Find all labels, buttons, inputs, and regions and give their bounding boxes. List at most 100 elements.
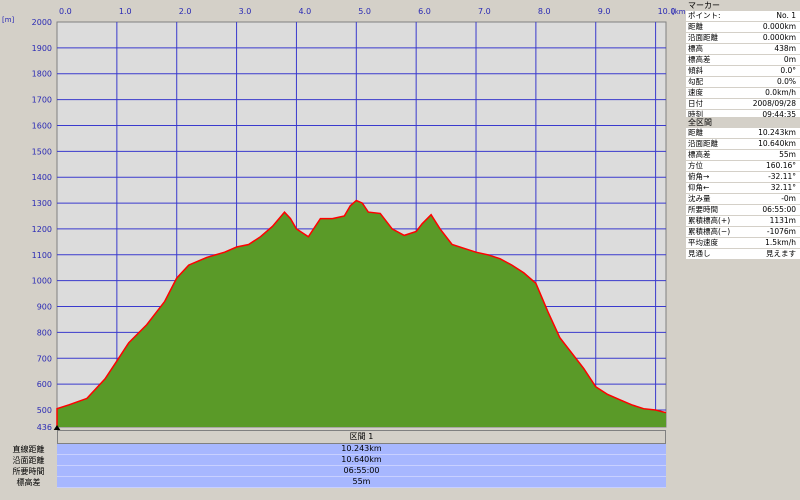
y-tick-label: 1600 (32, 121, 52, 130)
y-tick-label: 1100 (32, 251, 52, 260)
x-tick-label: 3.0 (239, 7, 252, 16)
all-sections-rows: 距離 10.243km 沿面距離 10.640km 標高差 55m 方位 160.16° 俯角→… (686, 128, 800, 260)
marker-label: 距離 (688, 22, 703, 31)
x-tick-label: 8.0 (538, 7, 551, 16)
summary-label: 標高差 (0, 477, 57, 488)
x-axis-ticks: 0.0 1.0 2.0 3.0 4.0 5.0 6.0 7.0 8.0 9.0 10.0 (59, 7, 675, 16)
x-unit-label: [km] (672, 8, 685, 16)
y-tick-label: 700 (37, 354, 52, 363)
x-tick-label: 6.0 (418, 7, 431, 16)
all-sections-value: 見えます (766, 249, 796, 258)
summary-label: 直線距離 (0, 444, 57, 455)
all-sections-label: 仰角← (688, 183, 710, 192)
all-sections-panel-title: 全区間 (688, 118, 712, 127)
all-sections-value: 32.11° (770, 183, 796, 192)
all-sections-label: 方位 (688, 161, 703, 170)
y-tick-label: 1900 (32, 44, 52, 53)
all-sections-value: 160.16° (766, 161, 796, 170)
all-sections-label: 平均速度 (688, 238, 718, 247)
all-sections-row: 方位 160.16° (686, 161, 800, 172)
all-sections-value: 55m (779, 150, 796, 159)
marker-panel: マーカー ポイント: No. 1 距離 0.000km 沿面距離 0.000km 標高 438… (686, 0, 800, 121)
all-sections-row: 距離 10.243km (686, 128, 800, 139)
all-sections-label: 累積標高(+) (688, 216, 731, 225)
marker-value: 0.0km/h (765, 88, 796, 97)
marker-label: ポイント: (688, 11, 721, 20)
x-tick-label: 9.0 (598, 7, 611, 16)
all-sections-row: 累積標高(−) -1076m (686, 227, 800, 238)
all-sections-value: 1131m (769, 216, 796, 225)
marker-label: 沿面距離 (688, 33, 718, 42)
all-sections-value: 10.640km (758, 139, 796, 148)
marker-row: ポイント: No. 1 (686, 11, 800, 22)
section-summary: 直線距離 10.243km 沿面距離 10.640km 所要時間 06:55:0… (0, 444, 668, 500)
x-tick-label: 5.0 (358, 7, 371, 16)
marker-rows: ポイント: No. 1 距離 0.000km 沿面距離 0.000km 標高 438m 標高差 0… (686, 11, 800, 121)
marker-value: No. 1 (776, 11, 796, 20)
summary-value: 55m (57, 477, 666, 488)
marker-value: 0.0% (776, 77, 796, 86)
all-sections-label: 沈み量 (688, 194, 711, 203)
marker-row: 速度 0.0km/h (686, 88, 800, 99)
x-tick-label: 7.0 (478, 7, 491, 16)
all-sections-row: 俯角→ -32.11° (686, 172, 800, 183)
elevation-profile-chart: 0.0 1.0 2.0 3.0 4.0 5.0 6.0 7.0 8.0 9.0 10.0 43650… (2, 7, 685, 430)
y-tick-label: 500 (37, 406, 52, 415)
all-sections-value: -32.11° (768, 172, 796, 181)
all-sections-value: 1.5km/h (765, 238, 796, 247)
summary-row-elevation-diff: 標高差 55m (0, 477, 668, 488)
all-sections-label: 距離 (688, 128, 703, 137)
marker-value: 0.0° (780, 66, 796, 75)
all-sections-row: 所要時間 06:55:00 (686, 205, 800, 216)
y-tick-label: 1000 (32, 277, 52, 286)
y-tick-label: 1300 (32, 199, 52, 208)
y-tick-label: 436 (37, 423, 52, 430)
all-sections-label: 俯角→ (688, 172, 710, 181)
y-tick-label: 1800 (32, 70, 52, 79)
y-tick-label: 1200 (32, 225, 52, 234)
all-sections-value: 10.243km (758, 128, 796, 137)
all-sections-value: -0m (781, 194, 796, 203)
y-tick-label: 1700 (32, 96, 52, 105)
marker-row: 標高 438m (686, 44, 800, 55)
y-tick-label: 1500 (32, 147, 52, 156)
summary-row-duration: 所要時間 06:55:00 (0, 466, 668, 477)
all-sections-label: 沿面距離 (688, 139, 718, 148)
marker-row: 傾斜 0.0° (686, 66, 800, 77)
x-tick-label: 4.0 (298, 7, 311, 16)
all-sections-label: 見通し (688, 249, 711, 258)
section-header[interactable]: 区間 1 (57, 430, 666, 444)
all-sections-label: 累積標高(−) (688, 227, 731, 236)
marker-value: 438m (774, 44, 796, 53)
summary-label: 沿面距離 (0, 455, 57, 466)
x-tick-label: 2.0 (179, 7, 192, 16)
marker-row: 標高差 0m (686, 55, 800, 66)
y-tick-label: 600 (37, 380, 52, 389)
summary-row-surface-distance: 沿面距離 10.640km (0, 455, 668, 466)
marker-row: 距離 0.000km (686, 22, 800, 33)
marker-label: 傾斜 (688, 66, 703, 75)
marker-label: 標高 (688, 44, 703, 53)
marker-value: 2008/09/28 (752, 99, 796, 108)
summary-value: 06:55:00 (57, 466, 666, 477)
summary-row-straight-distance: 直線距離 10.243km (0, 444, 668, 455)
marker-label: 勾配 (688, 77, 703, 86)
marker-label: 日付 (688, 99, 703, 108)
all-sections-value: 06:55:00 (762, 205, 796, 214)
x-tick-label: 1.0 (119, 7, 132, 16)
summary-value: 10.243km (57, 444, 666, 455)
all-sections-row: 見通し 見えます (686, 249, 800, 260)
marker-value: 0.000km (762, 22, 796, 31)
all-sections-row: 累積標高(+) 1131m (686, 216, 800, 227)
marker-row: 沿面距離 0.000km (686, 33, 800, 44)
all-sections-label: 標高差 (688, 150, 711, 159)
marker-label: 速度 (688, 88, 703, 97)
marker-row: 日付 2008/09/28 (686, 99, 800, 110)
all-sections-row: 沿面距離 10.640km (686, 139, 800, 150)
marker-value: 0m (783, 55, 796, 64)
all-sections-row: 沈み量 -0m (686, 194, 800, 205)
summary-label: 所要時間 (0, 466, 57, 477)
y-tick-label: 900 (37, 303, 52, 312)
y-axis-ticks: 436 500 600 700 800 900 1000 1100 1200 1300 1400 15… (32, 18, 52, 430)
summary-value: 10.640km (57, 455, 666, 466)
